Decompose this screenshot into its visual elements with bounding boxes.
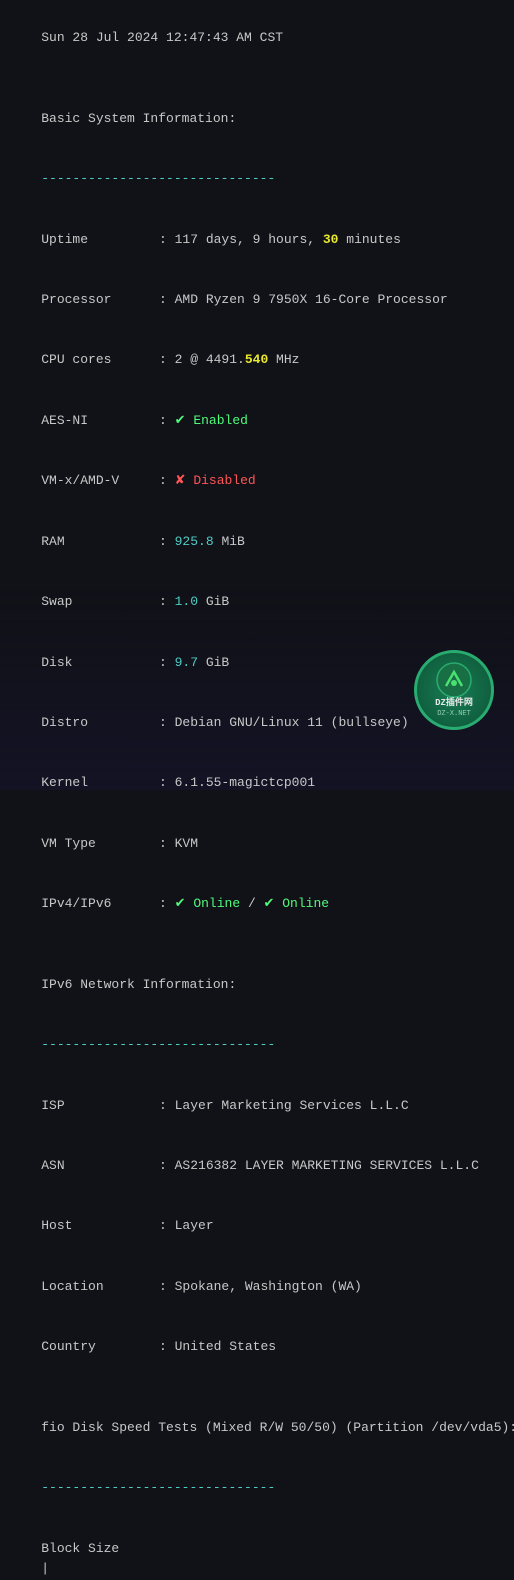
field-cpu-cores: CPU cores : 2 @ 4491.540 MHz xyxy=(10,330,504,390)
field-processor: Processor : AMD Ryzen 9 7950X 16-Core Pr… xyxy=(10,270,504,330)
field-kernel: Kernel : 6.1.55-magictcp001 xyxy=(10,753,504,813)
watermark: DZ插件网 DZ-X.NET xyxy=(414,650,494,730)
blank-2 xyxy=(10,934,504,954)
blank-3 xyxy=(10,1378,504,1398)
field-vmtype: VM Type : KVM xyxy=(10,814,504,874)
field-vmx: VM-x/AMD-V : ✘ Disabled xyxy=(10,451,504,511)
watermark-logo-icon xyxy=(436,662,472,698)
field-aes-ni: AES-NI : ✔ Enabled xyxy=(10,391,504,451)
fio-sep: ------------------------------ xyxy=(10,1458,504,1518)
ipv6-title: IPv6 Network Information: xyxy=(10,955,504,1015)
fio-b1-header: Block Size | 4k (IOPS) | 64k (IOPS) xyxy=(10,1519,504,1580)
field-ipv46: IPv4/IPv6 : ✔ Online / ✔ Online xyxy=(10,874,504,934)
blank-1 xyxy=(10,68,504,88)
field-host: Host : Layer xyxy=(10,1196,504,1256)
field-isp: ISP : Layer Marketing Services L.L.C xyxy=(10,1075,504,1135)
fio-title: fio Disk Speed Tests (Mixed R/W 50/50) (… xyxy=(10,1398,504,1458)
datetime: Sun 28 Jul 2024 12:47:43 AM CST xyxy=(41,30,283,45)
field-swap: Swap : 1.0 GiB xyxy=(10,572,504,632)
field-uptime: Uptime : 117 days, 9 hours, 30 minutes xyxy=(10,209,504,269)
ipv6-sep: ------------------------------ xyxy=(10,1015,504,1075)
field-country: Country : United States xyxy=(10,1317,504,1377)
watermark-text: DZ插件网 xyxy=(435,698,473,710)
field-location: Location : Spokane, Washington (WA) xyxy=(10,1257,504,1317)
watermark-subtext: DZ-X.NET xyxy=(437,710,471,718)
basic-info-title: Basic System Information: xyxy=(10,89,504,149)
datetime-line: Sun 28 Jul 2024 12:47:43 AM CST xyxy=(10,8,504,68)
field-asn: ASN : AS216382 LAYER MARKETING SERVICES … xyxy=(10,1136,504,1196)
field-ram: RAM : 925.8 MiB xyxy=(10,512,504,572)
basic-info-sep: ------------------------------ xyxy=(10,149,504,209)
terminal: Sun 28 Jul 2024 12:47:43 AM CST Basic Sy… xyxy=(10,8,504,1580)
